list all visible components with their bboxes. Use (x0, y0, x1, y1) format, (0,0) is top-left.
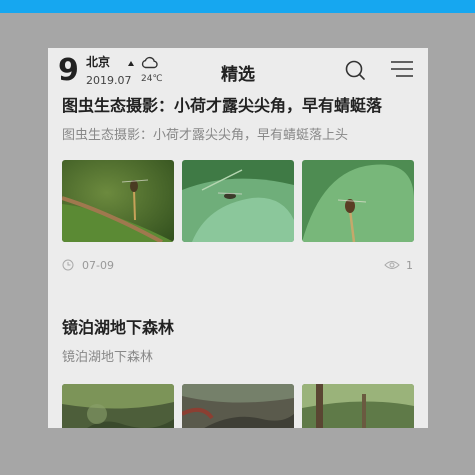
article-card[interactable]: 镜泊湖地下森林 镜泊湖地下森林 (62, 316, 414, 428)
location-arrow-icon (128, 61, 134, 66)
city-name[interactable]: 北京 (86, 53, 110, 70)
eye-icon (384, 261, 400, 269)
thumbnail-trees[interactable] (302, 384, 414, 428)
publish-date: 07-09 (82, 259, 114, 272)
menu-icon[interactable] (390, 60, 414, 78)
thumbnail-row (62, 160, 414, 242)
status-bar (0, 0, 475, 13)
thumbnail-forest[interactable] (62, 384, 174, 428)
article-subtitle: 图虫生态摄影：小荷才露尖尖角，早有蜻蜓落上头 (62, 128, 349, 143)
article-card[interactable]: 图虫生态摄影：小荷才露尖尖角，早有蜻蜓落 图虫生态摄影：小荷才露尖尖角，早有蜻蜓… (62, 94, 414, 276)
day-number: 9 (58, 53, 79, 88)
thumbnail-dragonfly-leaf[interactable] (182, 160, 294, 242)
article-subtitle: 镜泊湖地下森林 (62, 350, 154, 365)
thumbnail-lava-rock[interactable] (182, 384, 294, 428)
page-title: 精选 (221, 65, 255, 85)
app-screen: 9 北京 2019.07 24℃ 精选 图虫生态摄影：小荷才露尖尖角，早有蜻蜓落… (48, 48, 428, 428)
article-title[interactable]: 图虫生态摄影：小荷才露尖尖角，早有蜻蜓落 (62, 94, 414, 118)
article-title[interactable]: 镜泊湖地下森林 (62, 316, 414, 340)
cloud-icon (141, 56, 158, 69)
article-meta: 07-09 1 (62, 256, 414, 276)
top-bar: 9 北京 2019.07 24℃ 精选 (48, 48, 428, 94)
view-count: 1 (406, 259, 413, 272)
thumbnail-dragonfly-closeup[interactable] (302, 160, 414, 242)
thumbnail-row (62, 384, 414, 428)
month-year: 2019.07 (86, 74, 132, 87)
clock-icon (62, 259, 74, 271)
thumbnail-dragonfly-stem[interactable] (62, 160, 174, 242)
temperature: 24℃ (141, 74, 163, 84)
search-icon[interactable] (344, 59, 366, 81)
